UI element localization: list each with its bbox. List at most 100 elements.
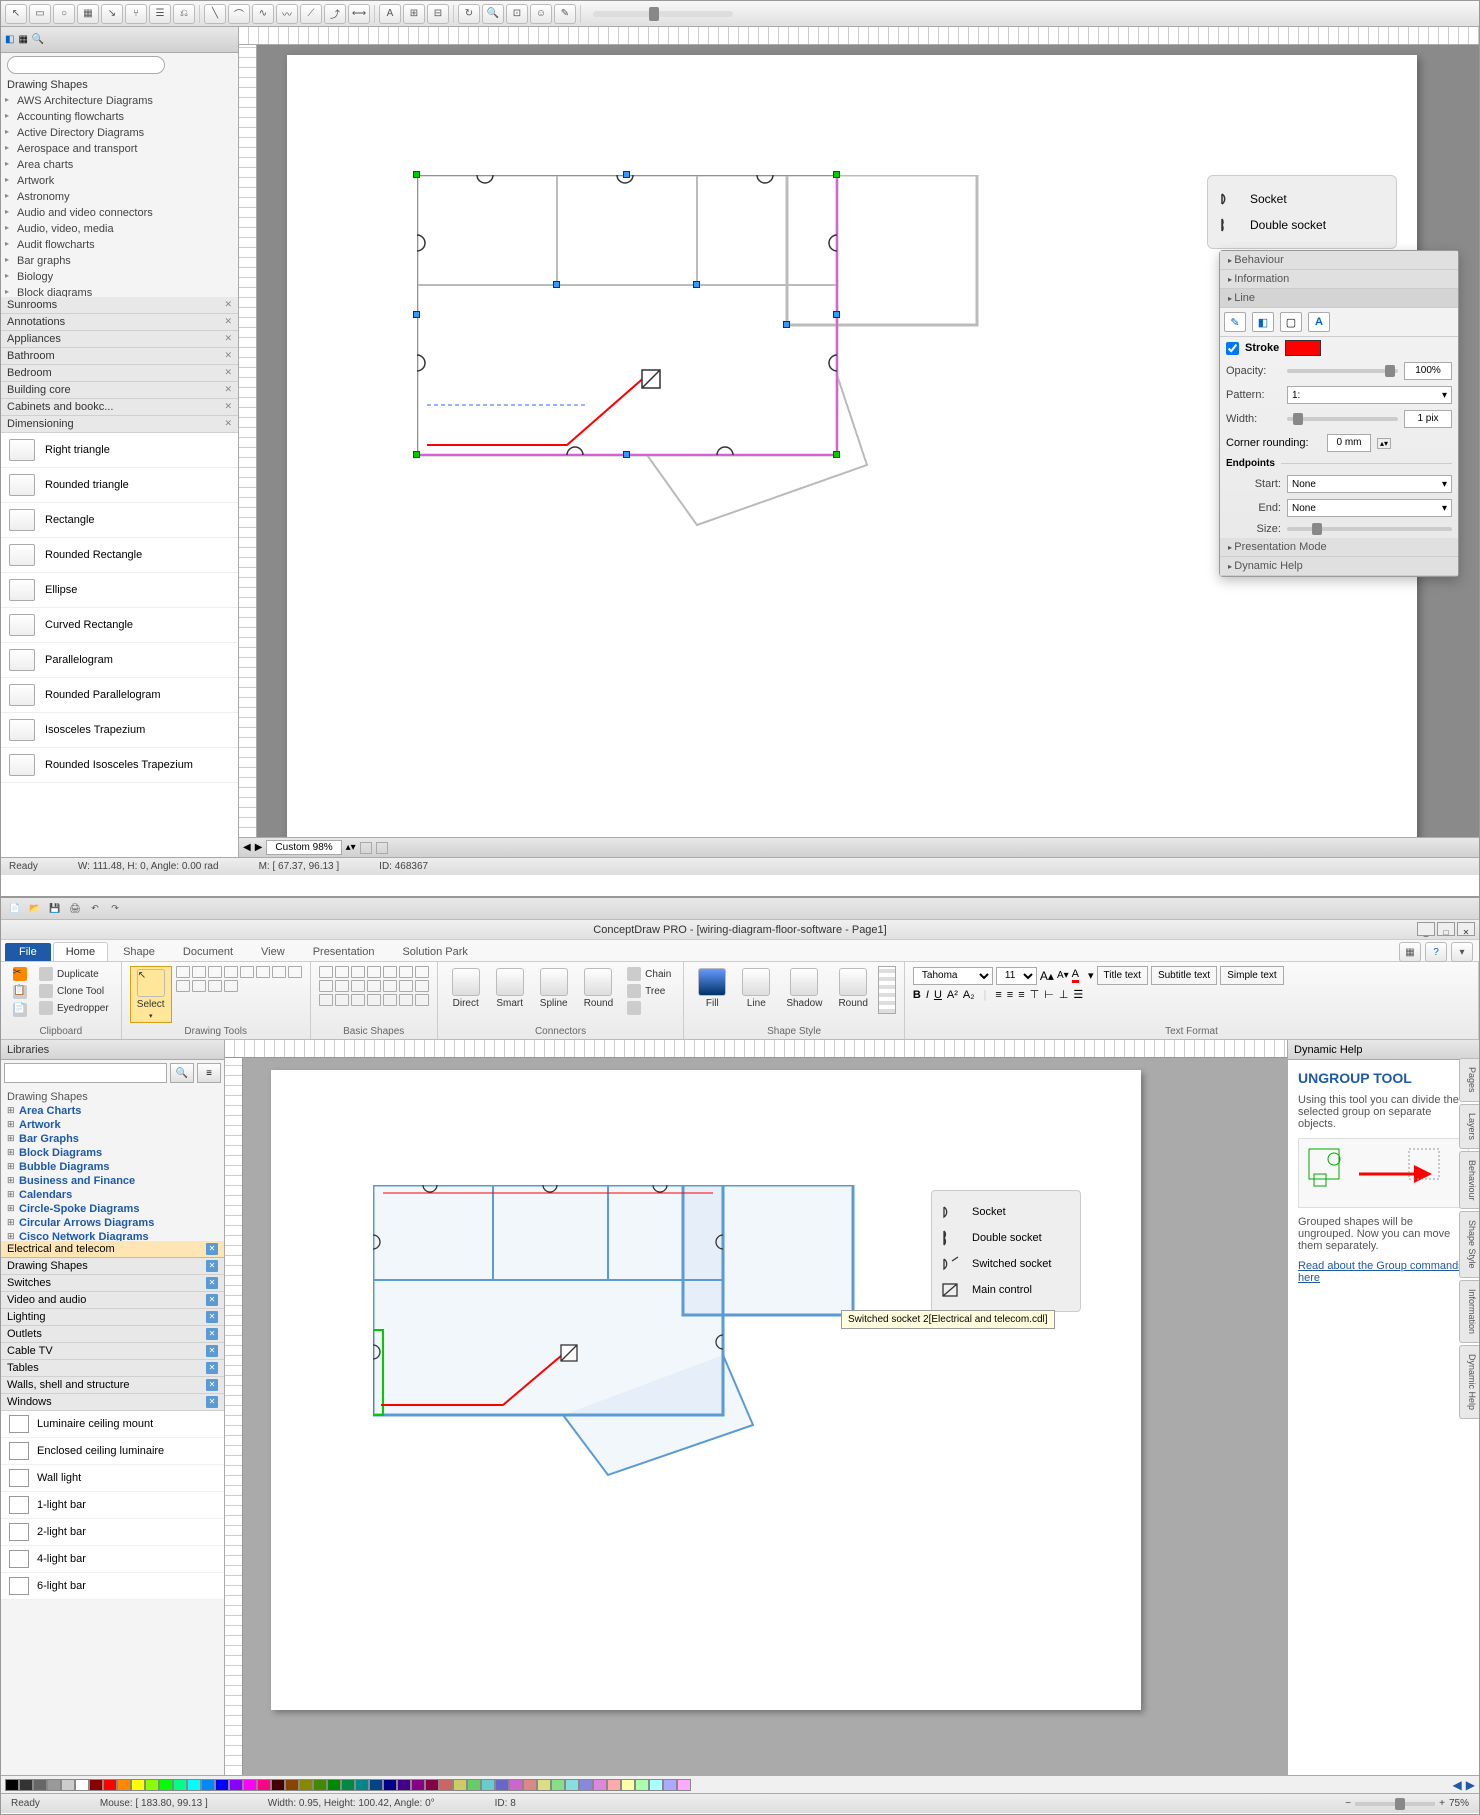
font-shrink[interactable]: A▾ <box>1057 970 1069 981</box>
sidebar-group[interactable]: Artwork <box>1 173 238 189</box>
tool-tree[interactable]: ☰ <box>149 4 171 24</box>
color-swatch[interactable] <box>593 1779 607 1791</box>
pattern-dropdown[interactable]: 1:▾ <box>1287 386 1452 404</box>
color-swatch[interactable] <box>131 1779 145 1791</box>
close-icon[interactable]: ✕ <box>224 299 232 311</box>
side-tab[interactable]: Behaviour <box>1459 1151 1479 1210</box>
tree-button[interactable]: Tree <box>623 983 675 999</box>
style-gallery[interactable] <box>878 966 896 1014</box>
color-swatch[interactable] <box>145 1779 159 1791</box>
bold-button[interactable]: B <box>913 989 921 1001</box>
lib-shape-item[interactable]: 2-light bar <box>1 1519 224 1546</box>
lib-category[interactable]: Video and audio✕ <box>1 1292 224 1309</box>
underline-button[interactable]: U <box>934 989 942 1001</box>
sidebar-cat[interactable]: Building core✕ <box>1 382 238 399</box>
tool-pencil[interactable]: ✎ <box>554 4 576 24</box>
shape[interactable] <box>415 980 429 992</box>
shape-item[interactable]: Rounded Isosceles Trapezium <box>1 748 238 783</box>
panel-tab-fill[interactable]: ◧ <box>1252 312 1274 332</box>
sidebar-group[interactable]: Bar graphs <box>1 253 238 269</box>
color-swatch[interactable] <box>243 1779 257 1791</box>
panel-section[interactable]: Line <box>1220 289 1458 308</box>
color-swatch[interactable] <box>159 1779 173 1791</box>
sidebar-cat[interactable]: Dimensioning✕ <box>1 416 238 433</box>
shape[interactable] <box>335 994 349 1006</box>
align-bot[interactable]: ⊥ <box>1059 988 1069 1001</box>
italic-button[interactable]: I <box>926 989 929 1001</box>
lib-tree-item[interactable]: Area Charts <box>7 1104 218 1118</box>
duplicate-button[interactable]: Duplicate <box>35 966 113 982</box>
file-tab[interactable]: File <box>5 943 51 961</box>
sidebar-group[interactable]: Audio and video connectors <box>1 205 238 221</box>
shape-item[interactable]: Rounded triangle <box>1 468 238 503</box>
lib-search-button[interactable]: 🔍 <box>170 1063 194 1083</box>
sidebar-group[interactable]: Area charts <box>1 157 238 173</box>
corner-value[interactable]: 0 mm <box>1327 434 1371 452</box>
close-icon[interactable]: ✕ <box>224 350 232 362</box>
zoom-slider[interactable] <box>1355 1802 1435 1806</box>
canvas-area[interactable]: Socket Double socket Behaviour Informati… <box>257 45 1479 837</box>
lib-tree-item[interactable]: Circular Arrows Diagrams <box>7 1216 218 1230</box>
sidebar-group[interactable]: Audio, video, media <box>1 221 238 237</box>
zoom-value[interactable]: Custom 98% <box>266 840 341 855</box>
tool[interactable] <box>224 980 238 992</box>
sidebar-group[interactable]: Astronomy <box>1 189 238 205</box>
color-swatch[interactable] <box>607 1779 621 1791</box>
color-swatch[interactable] <box>5 1779 19 1791</box>
size-slider[interactable] <box>1287 527 1452 531</box>
layout-btn[interactable]: ▦ <box>1399 942 1421 962</box>
close-icon[interactable]: ✕ <box>206 1328 218 1340</box>
lib-category[interactable]: Cable TV✕ <box>1 1343 224 1360</box>
close-icon[interactable]: ✕ <box>224 401 232 413</box>
color-swatch[interactable] <box>439 1779 453 1791</box>
tool-dim[interactable]: ⟷ <box>348 4 370 24</box>
lib-shape-item[interactable]: Wall light <box>1 1465 224 1492</box>
tool-arrow[interactable]: ⤴ <box>324 4 346 24</box>
sidebar-cat[interactable]: Appliances✕ <box>1 331 238 348</box>
stroke-checkbox[interactable] <box>1226 342 1239 355</box>
view-btn[interactable] <box>376 842 388 854</box>
tool[interactable] <box>208 980 222 992</box>
color-swatch[interactable] <box>677 1779 691 1791</box>
copy-button[interactable]: 📋 <box>9 984 31 1000</box>
tool-zoom[interactable]: 🔍 <box>482 4 504 24</box>
font-select[interactable]: Tahoma <box>913 967 993 985</box>
color-swatch[interactable] <box>47 1779 61 1791</box>
collapse-ribbon[interactable]: ▾ <box>1451 942 1473 962</box>
properties-panel[interactable]: Behaviour Information Line ✎ ◧ ▢ A Strok… <box>1219 250 1459 577</box>
sidebar-cat[interactable]: Cabinets and bookc...✕ <box>1 399 238 416</box>
shape[interactable] <box>367 980 381 992</box>
lib-shape-item[interactable]: Enclosed ceiling luminaire <box>1 1438 224 1465</box>
sidebar-cat[interactable]: Sunrooms✕ <box>1 297 238 314</box>
color-swatch[interactable] <box>271 1779 285 1791</box>
lib-category[interactable]: Switches✕ <box>1 1275 224 1292</box>
width-slider[interactable] <box>1287 417 1398 421</box>
tool[interactable] <box>224 966 238 978</box>
clone-button[interactable]: Clone Tool <box>35 983 113 999</box>
lib-shape-item[interactable]: 4-light bar <box>1 1546 224 1573</box>
qat-open[interactable]: 📂 <box>27 901 43 917</box>
font-color[interactable]: A <box>1072 968 1079 983</box>
shape[interactable] <box>383 980 397 992</box>
lib-category[interactable]: Lighting✕ <box>1 1309 224 1326</box>
sidebar-cat[interactable]: Bathroom✕ <box>1 348 238 365</box>
lib-tree-item[interactable]: Bar Graphs <box>7 1132 218 1146</box>
tool[interactable] <box>240 966 254 978</box>
lib-tree-item[interactable]: Cisco Network Diagrams <box>7 1230 218 1241</box>
side-tab[interactable]: Shape Style <box>1459 1211 1479 1278</box>
panel-section[interactable]: Behaviour <box>1220 251 1458 270</box>
tool-rect[interactable]: ▭ <box>29 4 51 24</box>
shape-item[interactable]: Rectangle <box>1 503 238 538</box>
maximize-button[interactable]: □ <box>1437 922 1455 936</box>
ribbon-tab[interactable]: Solution Park <box>389 942 480 961</box>
view-btn[interactable] <box>360 842 372 854</box>
color-swatch[interactable] <box>495 1779 509 1791</box>
tool-update[interactable]: ↻ <box>458 4 480 24</box>
align-right[interactable]: ≡ <box>1018 989 1024 1001</box>
color-swatch[interactable] <box>215 1779 229 1791</box>
shape[interactable] <box>415 966 429 978</box>
shape-item[interactable]: Rounded Parallelogram <box>1 678 238 713</box>
color-swatch[interactable] <box>397 1779 411 1791</box>
zoom-out[interactable]: − <box>1345 1798 1351 1809</box>
shape-item[interactable]: Parallelogram <box>1 643 238 678</box>
